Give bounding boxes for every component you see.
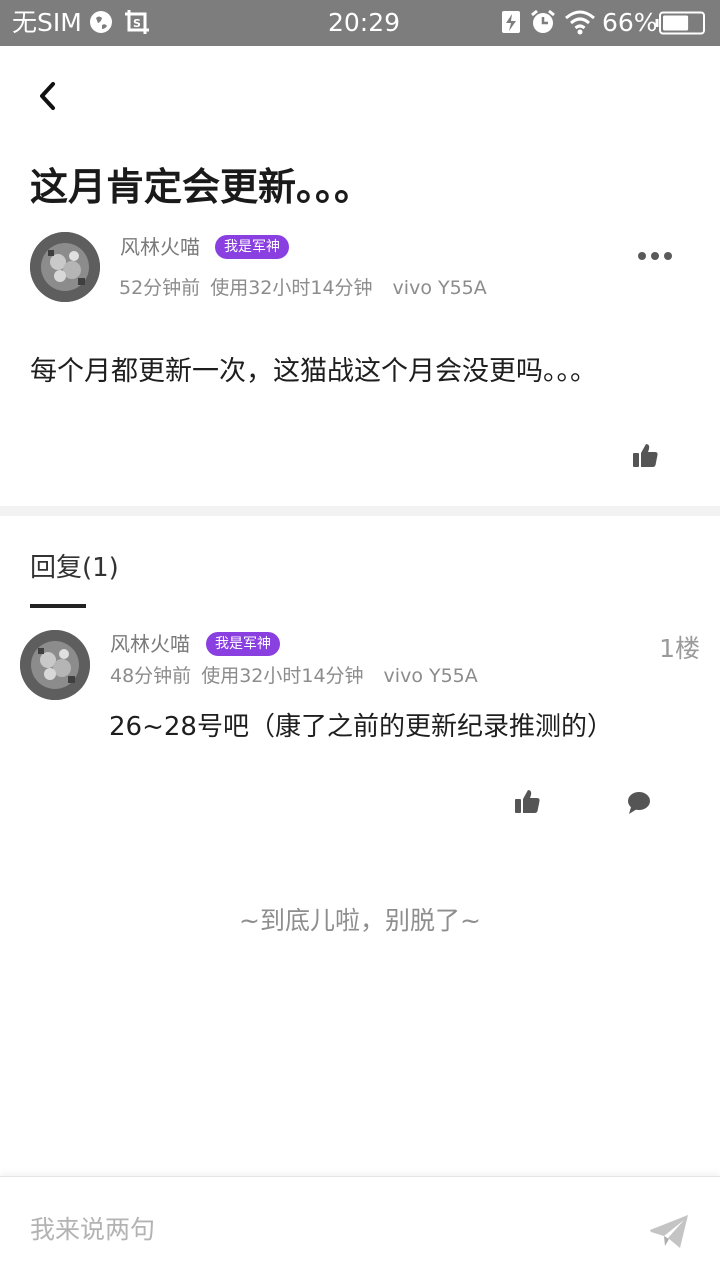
screenshot-icon: S [125,10,149,34]
status-bar: 无SIM S 20:29 66% [0,0,720,46]
back-arrow-icon[interactable] [28,76,68,116]
reply-avatar[interactable] [20,630,90,700]
reply-device: vivo Y55A [383,665,478,687]
end-of-list-label: ~到底儿啦，别脱了~ [239,906,481,935]
comment-composer [0,1176,720,1280]
post-time: 52分钟前 [119,277,201,299]
post-body: 每个月都更新一次，这猫战这个月会没更吗。。。 [30,356,597,387]
reply-meta: 48分钟前 使用32小时14分钟 vivo Y55A [110,663,478,689]
svg-text:S: S [133,17,141,30]
post-device: vivo Y55A [392,277,487,299]
wifi-icon [565,10,595,35]
globe-icon [90,11,112,33]
author-name[interactable]: 风林火喵 [120,234,200,260]
avatar-image [20,630,90,700]
alarm-icon [531,9,555,33]
avatar[interactable] [30,232,100,302]
reply-author-badge: 我是军神 [206,632,280,656]
more-options-icon[interactable] [638,252,672,262]
floor-number: 1楼 [659,634,700,663]
charging-icon [502,11,520,33]
reply-usage: 使用32小时14分钟 [201,665,364,687]
replies-tab-indicator [30,604,86,608]
post-meta: 52分钟前 使用32小时14分钟 vivo Y55A [119,275,487,301]
battery-percent: 66% [602,8,658,37]
post-title: 这月肯定会更新。。。 [30,165,373,209]
reply-time: 48分钟前 [110,665,192,687]
like-icon[interactable] [630,441,660,471]
reply-body: 26~28号吧（康了之前的更新纪录推测的） [109,712,613,742]
reply-like-icon[interactable] [512,787,542,817]
comment-input[interactable] [30,1209,610,1249]
battery-icon [655,11,705,35]
section-divider [0,506,720,516]
replies-tab[interactable]: 回复(1) [30,550,119,586]
avatar-image [30,232,100,302]
post-usage: 使用32小时14分钟 [210,277,373,299]
post-detail-screen: 无SIM S 20:29 66% 这月肯定会更新。。。 风林火喵 我是军神 52… [0,0,720,1280]
author-badge: 我是军神 [215,235,289,259]
clock: 20:29 [328,8,401,37]
reply-author-name[interactable]: 风林火喵 [110,631,190,657]
send-icon[interactable] [648,1213,690,1251]
carrier-label: 无SIM [12,8,82,37]
comment-icon[interactable] [624,787,654,817]
